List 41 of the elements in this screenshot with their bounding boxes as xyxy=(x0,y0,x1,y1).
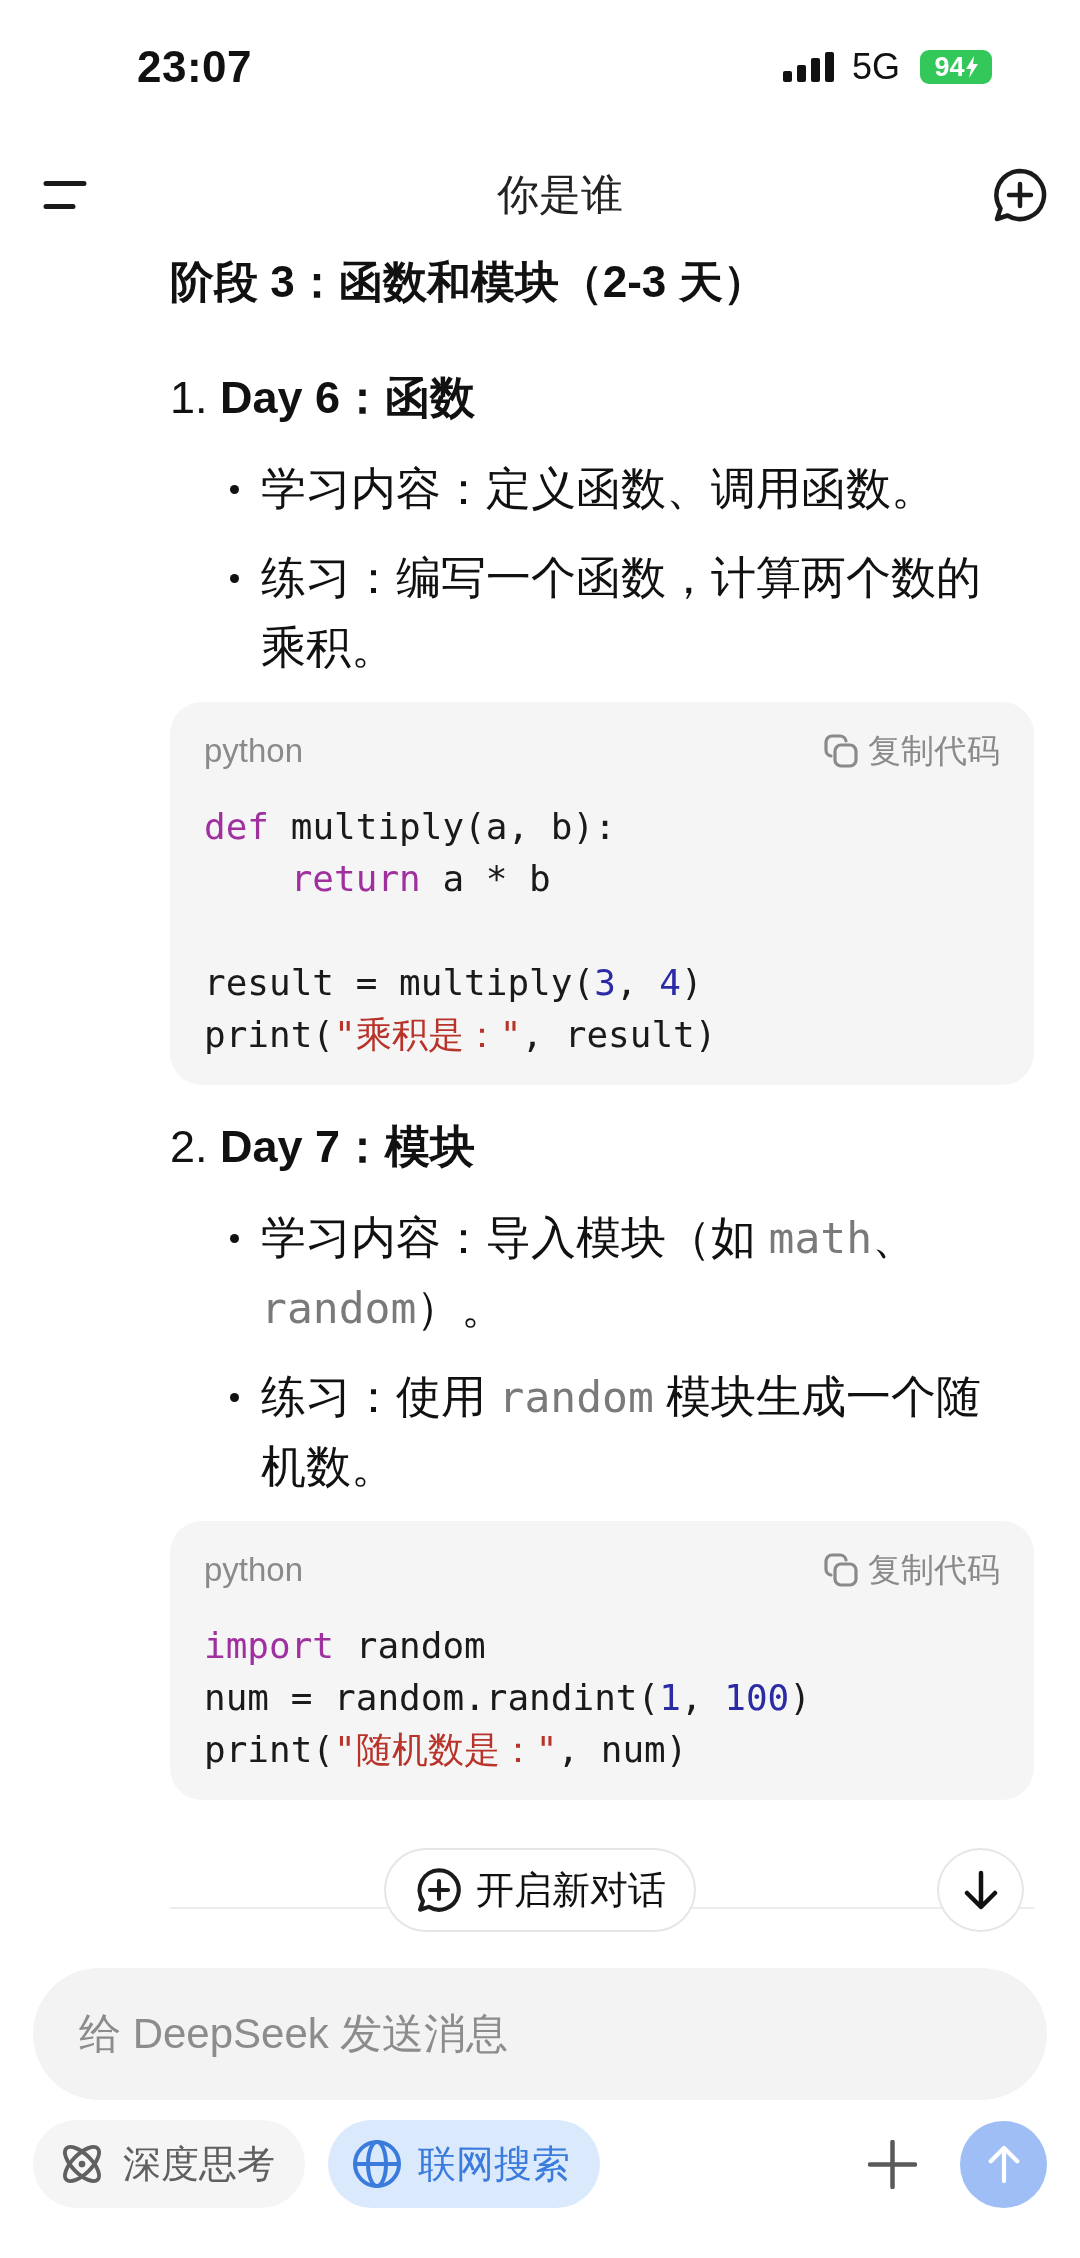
code-line: print("乘积是：", result) xyxy=(204,1013,718,1057)
list-item-title: 2. Day 7：模块 xyxy=(170,1120,477,1174)
code-line: return a * b xyxy=(289,857,552,901)
bullet-text: 练习：使用 random 模块生成一个随机数。 xyxy=(261,1370,983,1494)
code-line: import random xyxy=(204,1624,487,1668)
copy-code-button[interactable]: 复制代码 xyxy=(824,1547,1000,1593)
network-label: 5G xyxy=(851,46,900,88)
copy-icon xyxy=(824,1553,858,1587)
bolt-icon xyxy=(965,56,978,78)
status-time: 23:07 xyxy=(137,42,253,92)
message-input[interactable]: 给 DeepSeek 发送消息 xyxy=(33,1968,1047,2100)
arrow-down-icon xyxy=(962,1870,999,1910)
bullet-icon xyxy=(230,485,239,494)
chat-plus-icon xyxy=(416,1867,462,1913)
globe-icon xyxy=(352,2139,402,2189)
battery-percentage: 94 xyxy=(934,53,965,81)
bullet-icon xyxy=(230,574,239,583)
plus-icon[interactable] xyxy=(868,2139,917,2189)
bullet-icon xyxy=(230,1393,239,1402)
code-line: result = multiply(3, 4) xyxy=(204,961,704,1005)
code-line: print("随机数是：", num) xyxy=(204,1728,689,1772)
section-heading: 阶段 3：函数和模块（2-3 天） xyxy=(170,256,768,308)
code-language: python xyxy=(204,732,304,770)
bullet-icon xyxy=(230,1234,239,1243)
menu-icon[interactable] xyxy=(43,179,87,210)
signal-icon xyxy=(782,52,836,82)
bullet-text: 学习内容：定义函数、调用函数。 xyxy=(261,462,937,516)
code-line: def multiply(a, b): xyxy=(204,805,617,849)
code-language: python xyxy=(204,1551,304,1589)
code-line: num = random.randint(1, 100) xyxy=(204,1676,812,1720)
chat-plus-icon[interactable] xyxy=(992,166,1048,223)
bullet-text: 练习：编写一个函数，计算两个数的乘积。 xyxy=(261,551,982,675)
new-chat-button[interactable]: 开启新对话 xyxy=(384,1848,696,1932)
option-toggle-button[interactable]: 联网搜索 xyxy=(328,2120,600,2208)
chat-title: 你是谁 xyxy=(496,169,623,220)
bullet-text: 学习内容：导入模块（如 math、 random）。 xyxy=(261,1211,919,1335)
arrow-up-icon xyxy=(986,2144,1021,2184)
copy-code-button[interactable]: 复制代码 xyxy=(824,728,1000,774)
list-item-title: 1. Day 6：函数 xyxy=(170,371,477,425)
copy-icon xyxy=(824,734,858,768)
option-toggle-button[interactable]: 深度思考 xyxy=(33,2120,305,2208)
